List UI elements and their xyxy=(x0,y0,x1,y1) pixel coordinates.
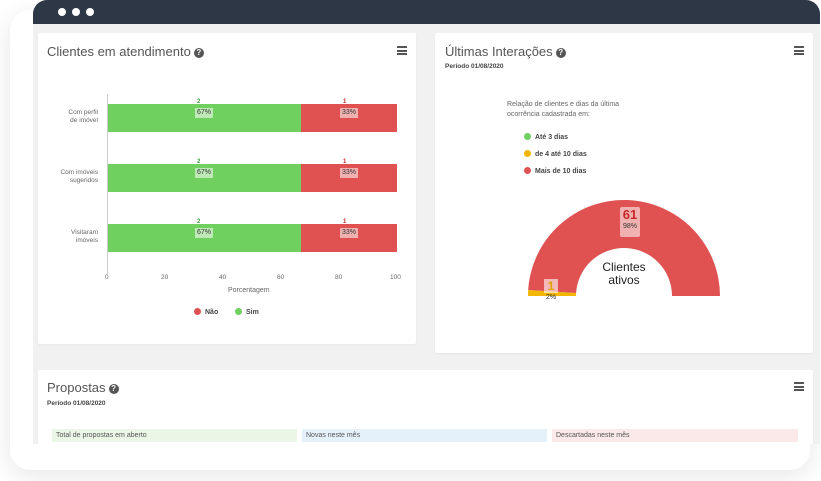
browser-window: Clientes em atendimento? Com perfil de im… xyxy=(33,0,820,444)
propostas-title: Propostas? xyxy=(47,380,119,395)
legend-dot xyxy=(524,167,531,174)
clientes-title: Clientes em atendimento? xyxy=(47,44,204,59)
kpi-descartadas[interactable]: Descartadas neste mês xyxy=(552,429,798,442)
propostas-title-text: Propostas xyxy=(47,380,106,395)
window-dot-2[interactable] xyxy=(72,8,80,16)
interacoes-period: Período 01/08/2020 xyxy=(445,63,504,70)
category-label: Com perfil de imóvel xyxy=(68,109,98,124)
slice-count: 1 xyxy=(544,279,558,293)
help-icon[interactable]: ? xyxy=(555,48,566,58)
legend-item-nao[interactable]: Não xyxy=(194,308,218,316)
slice-percent: 2% xyxy=(545,294,557,301)
window-dot-3[interactable] xyxy=(86,8,94,16)
clientes-title-text: Clientes em atendimento xyxy=(47,44,191,59)
donut-center-label: Clientes ativos xyxy=(602,260,646,287)
legend-item-ate-3-dias[interactable]: Até 3 dias xyxy=(524,133,568,141)
interacoes-description: Relação de clientes e dias da última oco… xyxy=(507,101,620,118)
legend-dot xyxy=(235,308,242,315)
slice-label-box: 61 98% xyxy=(620,207,640,237)
interacoes-title-text: Últimas Interações xyxy=(445,44,553,59)
bar-count-label: 1 xyxy=(343,99,347,105)
hamburger-menu-icon[interactable] xyxy=(794,382,804,391)
propostas-panel: Propostas? Período 01/08/2020 Total de p… xyxy=(38,370,813,444)
x-tick-label: 20 xyxy=(161,274,169,281)
window-dot-1[interactable] xyxy=(58,8,66,16)
bar-value-label: 33% xyxy=(340,108,359,118)
bar-count-label: 2 xyxy=(197,159,201,165)
interacoes-panel: Últimas Interações? Período 01/08/2020 R… xyxy=(435,33,813,353)
bar-count-label: 1 xyxy=(343,159,347,165)
bar-value-label: 33% xyxy=(340,168,359,178)
hamburger-menu-icon[interactable] xyxy=(794,46,804,55)
bar-value-label: 67% xyxy=(195,228,214,238)
x-tick-label: 100 xyxy=(390,274,401,281)
slice-count: 61 xyxy=(622,207,638,222)
bar-value-label: 33% xyxy=(340,228,359,238)
x-axis-title: Porcentagem xyxy=(228,287,270,294)
interacoes-title: Últimas Interações? xyxy=(445,44,566,59)
slice-label-box: 1 2% xyxy=(544,279,558,305)
kpi-novas[interactable]: Novas neste mês xyxy=(302,429,547,442)
window-titlebar xyxy=(33,0,820,24)
clientes-panel: Clientes em atendimento? Com perfil de im… xyxy=(38,33,416,344)
hamburger-menu-icon[interactable] xyxy=(397,46,407,55)
bar-count-label: 2 xyxy=(197,99,201,105)
slice-percent: 98% xyxy=(622,223,637,230)
legend-dot xyxy=(194,308,201,315)
x-tick-label: 40 xyxy=(219,274,227,281)
x-tick-label: 80 xyxy=(335,274,343,281)
bar-value-label: 67% xyxy=(195,108,214,118)
bar-value-label: 67% xyxy=(195,168,214,178)
propostas-period: Período 01/08/2020 xyxy=(47,400,106,407)
bar-count-label: 2 xyxy=(197,219,201,225)
x-tick-label: 60 xyxy=(277,274,285,281)
legend-dot xyxy=(524,133,531,140)
legend-item-sim[interactable]: Sim xyxy=(235,308,259,316)
legend-item-mais-10-dias[interactable]: Mais de 10 dias xyxy=(524,167,586,175)
help-icon[interactable]: ? xyxy=(193,48,204,58)
category-label: Com imóveis sugeridos xyxy=(60,169,98,184)
legend-dot xyxy=(524,150,531,157)
category-label: Visitaram imóveis xyxy=(71,229,98,244)
x-tick-label: 0 xyxy=(105,274,109,281)
bar-count-label: 1 xyxy=(343,219,347,225)
kpi-total-propostas[interactable]: Total de propostas em aberto xyxy=(52,429,297,442)
help-icon[interactable]: ? xyxy=(108,384,119,394)
legend-item-4-a-10-dias[interactable]: de 4 até 10 dias xyxy=(524,150,587,158)
